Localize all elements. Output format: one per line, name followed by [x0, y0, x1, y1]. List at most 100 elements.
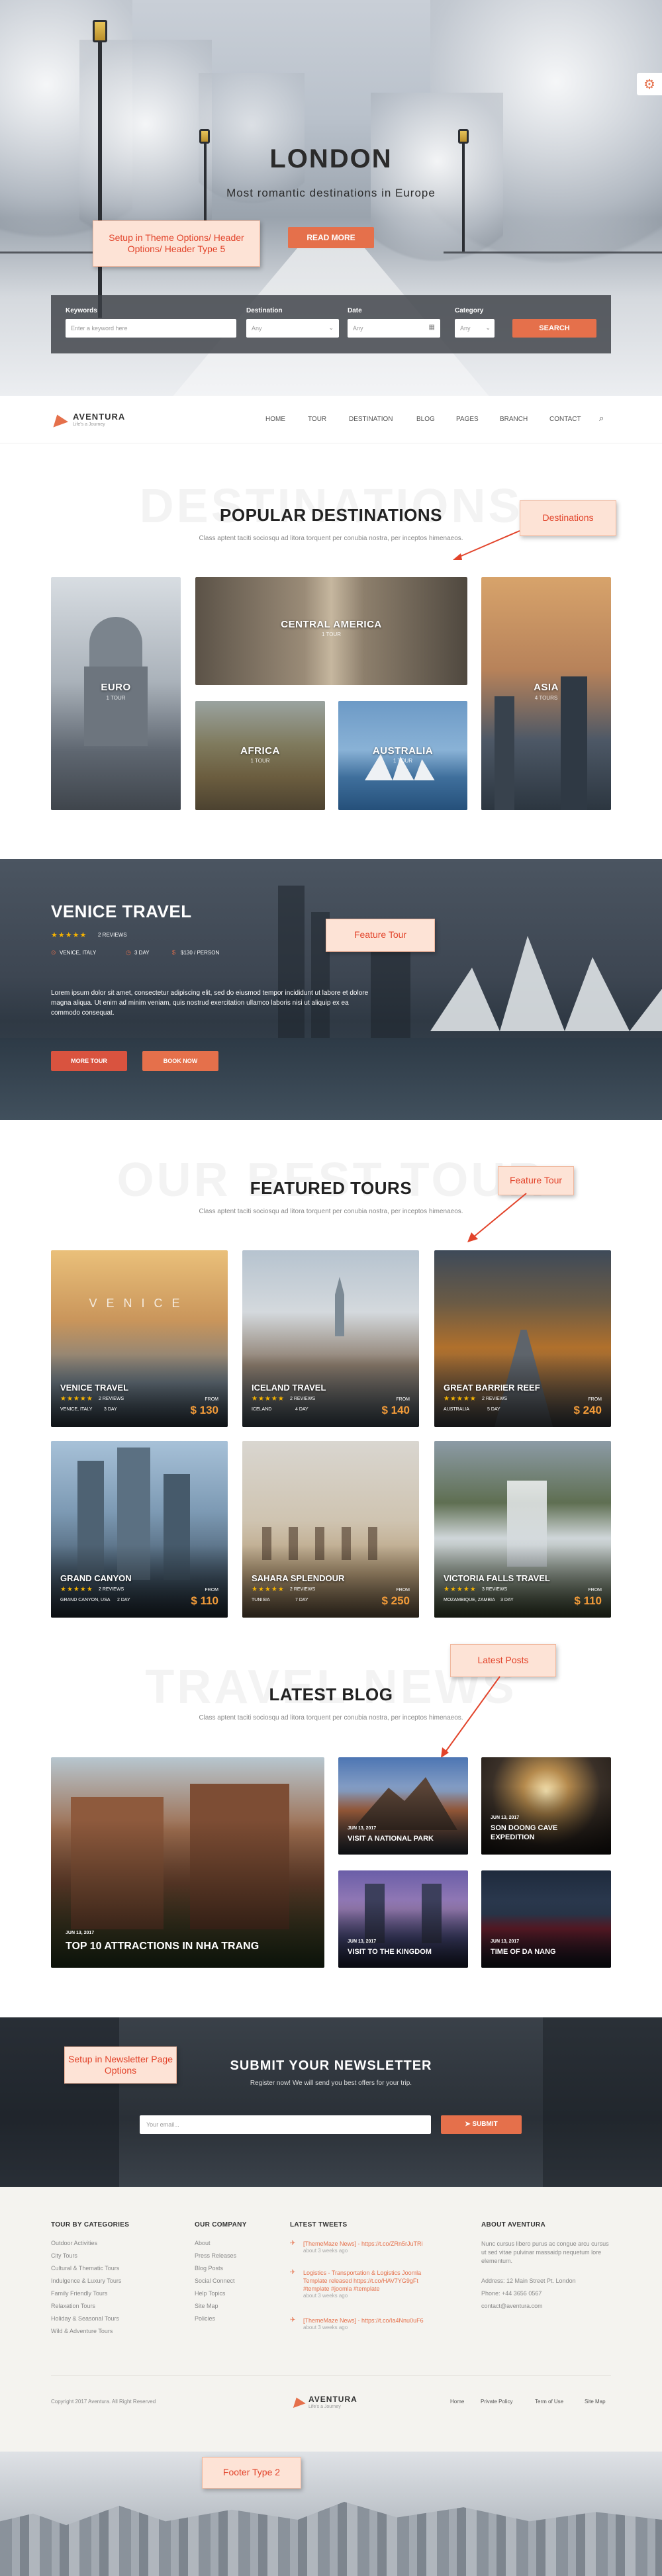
footer-link[interactable]: Cultural & Thematic Tours: [51, 2265, 119, 2272]
footer-bottom-link[interactable]: Term of Use: [535, 2399, 563, 2405]
footer-link[interactable]: Help Topics: [195, 2290, 225, 2297]
tour-card[interactable]: GRAND CANYON ★★★★★ 2 REVIEWS GRAND CANYO…: [51, 1441, 228, 1618]
post-title[interactable]: SON DOONG CAVE EXPEDITION: [491, 1823, 603, 1843]
footer-link[interactable]: Policies: [195, 2315, 215, 2322]
church-spire: [335, 1277, 344, 1336]
post-title[interactable]: TIME OF DA NANG: [491, 1947, 603, 1956]
review-count: 3 REVIEWS: [482, 1587, 508, 1592]
blog-card[interactable]: JUN 13, 2017 SON DOONG CAVE EXPEDITION: [481, 1757, 611, 1855]
destination-select[interactable]: Any ⌄: [246, 319, 339, 338]
tour-card[interactable]: SAHARA SPLENDOUR ★★★★★ 2 REVIEWS TUNISIA…: [242, 1441, 419, 1618]
lamp-icon: [93, 20, 107, 42]
footer-link[interactable]: Blog Posts: [195, 2265, 223, 2272]
keywords-input[interactable]: Enter a keyword here: [66, 319, 236, 338]
tour-card[interactable]: ICELAND TRAVEL ★★★★★ 2 REVIEWS ICELAND 4…: [242, 1250, 419, 1427]
tweet-time: about 3 weeks ago: [303, 2293, 348, 2299]
rating-stars: ★★★★★: [252, 1395, 285, 1403]
destination-name: ASIA: [534, 682, 559, 693]
footer-link[interactable]: Press Releases: [195, 2252, 236, 2259]
from-label: FROM: [588, 1588, 602, 1592]
settings-toggle[interactable]: ⚙: [637, 73, 662, 95]
read-more-button[interactable]: READ MORE: [288, 227, 374, 248]
search-icon[interactable]: ⌕: [599, 413, 604, 424]
nav-item-home[interactable]: HOME: [265, 416, 285, 423]
feature-tour-title: VENICE TRAVEL: [51, 901, 192, 921]
nav-item-blog[interactable]: BLOG: [416, 416, 435, 423]
annotation-note: Destinations: [520, 500, 616, 536]
tour-name: GREAT BARRIER REEF: [444, 1383, 540, 1393]
nav-item-branch[interactable]: BRANCH: [500, 416, 528, 423]
tweet-text[interactable]: [ThemeMaze News] - https://t.co/Ia4Nnu0u…: [303, 2317, 436, 2324]
footer-bottom-link[interactable]: Private Policy: [481, 2399, 512, 2405]
category-value: Any: [460, 325, 471, 332]
post-title[interactable]: TOP 10 ATTRACTIONS IN NHA TRANG: [66, 1940, 259, 1954]
tour-card[interactable]: VICTORIA FALLS TRAVEL ★★★★★ 3 REVIEWS MO…: [434, 1441, 611, 1618]
twitter-icon: ✈: [290, 2317, 296, 2324]
nav-item-pages[interactable]: PAGES: [456, 416, 479, 423]
logo-name[interactable]: AVENTURA: [73, 412, 125, 422]
destination-name: AUSTRALIA: [372, 745, 434, 757]
footer-link[interactable]: Family Friendly Tours: [51, 2290, 107, 2297]
footer-city-image: Footer Type 2: [0, 2452, 662, 2576]
blog-card[interactable]: JUN 13, 2017 VISIT TO THE KINGDOM: [338, 1870, 468, 1968]
tour-card[interactable]: GREAT BARRIER REEF ★★★★★ 2 REVIEWS AUSTR…: [434, 1250, 611, 1427]
date-label: Date: [348, 307, 362, 314]
tweet-text[interactable]: Logistics - Transportation & Logistics J…: [303, 2269, 436, 2293]
tour-name: GRAND CANYON: [60, 1573, 132, 1583]
nav-item-tour[interactable]: TOUR: [308, 416, 326, 423]
email-link[interactable]: contact@aventura.com: [481, 2303, 543, 2309]
footer-link[interactable]: Site Map: [195, 2303, 218, 2309]
destination-card-africa[interactable]: AFRICA 1 TOUR: [195, 701, 325, 810]
footer-link[interactable]: Outdoor Activities: [51, 2240, 97, 2246]
tour-name: ICELAND TRAVEL: [252, 1383, 326, 1393]
blog-card[interactable]: JUN 13, 2017 VISIT A NATIONAL PARK: [338, 1757, 468, 1855]
post-title[interactable]: VISIT TO THE KINGDOM: [348, 1947, 460, 1956]
blog-card[interactable]: JUN 13, 2017 TIME OF DA NANG: [481, 1870, 611, 1968]
destination-card-central-america[interactable]: CENTRAL AMERICA 1 TOUR: [195, 577, 467, 685]
footer-link[interactable]: City Tours: [51, 2252, 77, 2259]
lamp-icon: [458, 129, 469, 144]
nav-item-destination[interactable]: DESTINATION: [349, 416, 393, 423]
footer-bottom-link[interactable]: Home: [450, 2399, 464, 2405]
date-input[interactable]: Any ▦: [348, 319, 440, 338]
post-title[interactable]: VISIT A NATIONAL PARK: [348, 1834, 460, 1843]
tour-price: $ 250: [381, 1594, 410, 1607]
nav-item-contact[interactable]: CONTACT: [549, 416, 581, 423]
destination-card-euro[interactable]: EURO 1 TOUR: [51, 577, 181, 810]
opera-house-shape: [430, 936, 662, 1031]
destination-card-australia[interactable]: AUSTRALIA 1 TOUR: [338, 701, 467, 810]
newsletter-email-input[interactable]: Your email...: [140, 2115, 431, 2134]
footer-link[interactable]: Wild & Adventure Tours: [51, 2328, 113, 2334]
gear-icon: ⚙: [643, 77, 655, 92]
footer-link[interactable]: Holiday & Seasonal Tours: [51, 2315, 119, 2322]
submit-label: SUBMIT: [472, 2121, 498, 2128]
tour-price: $ 110: [574, 1594, 602, 1607]
footer-link[interactable]: Relaxation Tours: [51, 2303, 95, 2309]
annotation-arrow: [453, 530, 520, 560]
tour-price: $ 110: [191, 1594, 218, 1607]
tour-price: $ 130: [190, 1404, 218, 1416]
footer-link[interactable]: About: [195, 2240, 211, 2246]
tour-card[interactable]: VENICE VENICE TRAVEL ★★★★★ 2 REVIEWS VEN…: [51, 1250, 228, 1427]
category-select[interactable]: Any ⌄: [455, 319, 495, 338]
tweet-text[interactable]: [ThemeMaze News] - https://t.co/ZRn5rJuT…: [303, 2240, 436, 2248]
more-tour-button[interactable]: MORE TOUR: [51, 1051, 127, 1071]
blog-card[interactable]: JUN 13, 2017 TOP 10 ATTRACTIONS IN NHA T…: [51, 1757, 324, 1968]
footer-logo-name[interactable]: AVENTURA: [308, 2395, 357, 2404]
card-overlay: [338, 1786, 468, 1855]
newsletter-submit-button[interactable]: ➤ SUBMIT: [441, 2115, 522, 2134]
destination-card-asia[interactable]: ASIA 4 TOURS: [481, 577, 611, 810]
footer-logo-tagline: Life's a Journey: [308, 2405, 341, 2409]
post-date: JUN 13, 2017: [491, 1939, 520, 1944]
footer-link[interactable]: Social Connect: [195, 2277, 235, 2284]
destination-count: 1 TOUR: [106, 695, 126, 701]
footer-bottom-link[interactable]: Site Map: [585, 2399, 606, 2405]
address-text: Address: 12 Main Street Pt. London: [481, 2277, 576, 2284]
book-now-button[interactable]: BOOK NOW: [142, 1051, 218, 1071]
search-button[interactable]: SEARCH: [512, 319, 596, 338]
tour-days: 7 DAY: [295, 1598, 308, 1602]
sign-text: VENICE: [89, 1297, 189, 1310]
footer-link[interactable]: Indulgence & Luxury Tours: [51, 2277, 121, 2284]
tweet-time: about 3 weeks ago: [303, 2324, 348, 2331]
review-count: 2 REVIEWS: [290, 1397, 316, 1401]
